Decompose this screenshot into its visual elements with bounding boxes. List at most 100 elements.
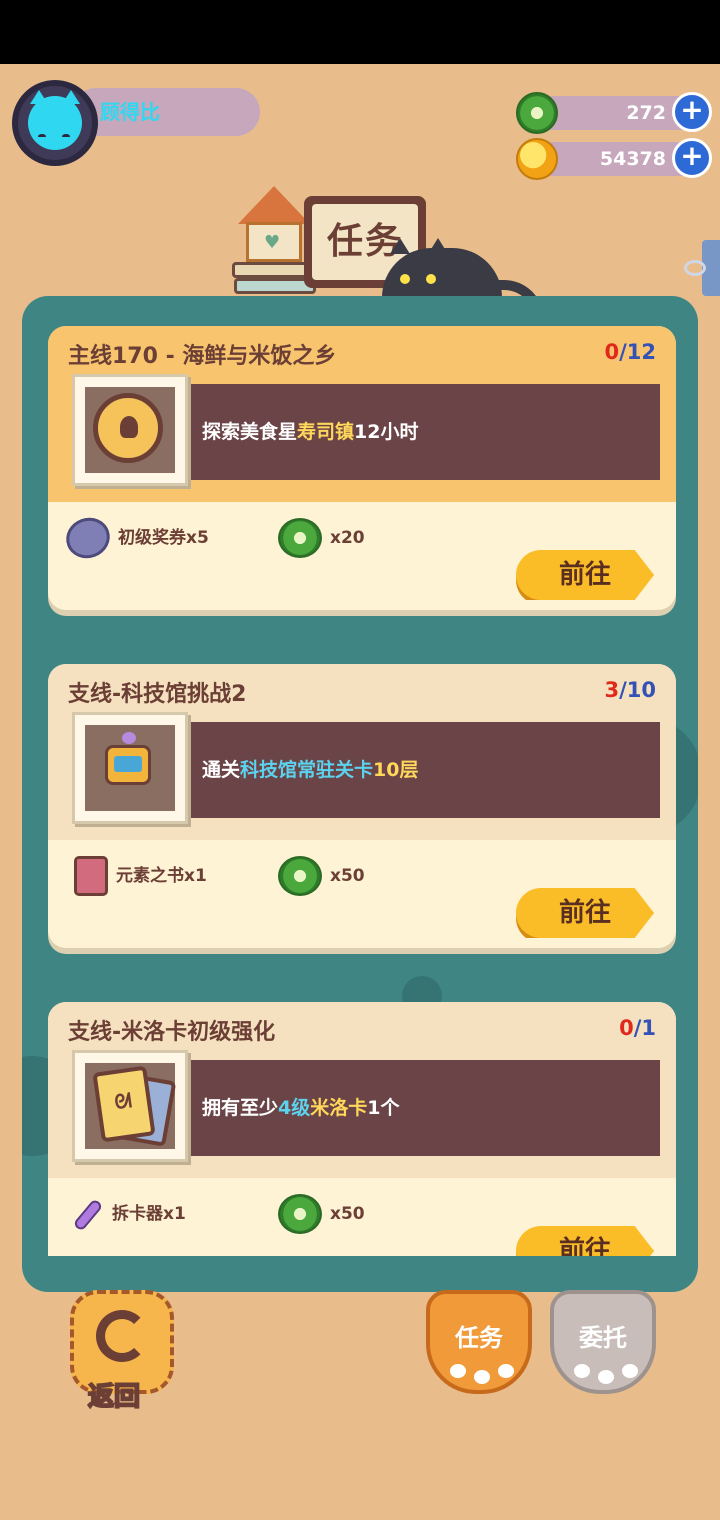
- paw-icon: [598, 1370, 614, 1384]
- quest-progress: 0/1: [619, 1016, 656, 1040]
- reward-label: 拆卡器x1: [112, 1204, 186, 1224]
- paw-icon: [574, 1364, 590, 1378]
- progress-current: 0: [619, 1016, 634, 1040]
- tab-commission[interactable]: 委托: [550, 1290, 656, 1394]
- quest-image: [85, 725, 175, 811]
- quest-title: 支线-米洛卡初级强化: [68, 1020, 276, 1045]
- tab-tasks[interactable]: 任务: [426, 1290, 532, 1394]
- status-bar: [0, 0, 720, 64]
- progress-current: 3: [604, 678, 620, 702]
- reward-label: x20: [330, 528, 365, 548]
- pen-shape: [72, 1198, 104, 1232]
- quest-rewards: 初级奖券x5 x20 前往: [48, 502, 676, 610]
- quest-description-bar: 拥有至少4级米洛卡1个: [172, 1060, 660, 1156]
- progress-total: /10: [619, 678, 656, 702]
- quest-description: 拥有至少4级米洛卡1个: [202, 1060, 400, 1156]
- return-arrow-icon: [96, 1310, 148, 1362]
- paw-icon: [622, 1364, 638, 1378]
- donut-coin-icon: [278, 1194, 322, 1234]
- reward-label: 元素之书x1: [116, 866, 207, 886]
- progress-total: /12: [619, 340, 656, 364]
- paw-icon: [498, 1364, 514, 1378]
- player-name: 顾得比: [72, 88, 260, 136]
- cat-ear: [390, 238, 410, 254]
- clock-coin-icon: [93, 393, 163, 463]
- robot-icon: [105, 732, 151, 785]
- side-clip-icon[interactable]: [684, 240, 720, 296]
- desc-text: 12小时: [354, 421, 419, 443]
- robot-screen: [114, 756, 142, 772]
- go-button[interactable]: 前往: [516, 550, 654, 600]
- robot-antenna: [122, 732, 136, 744]
- paw-icon: [474, 1370, 490, 1384]
- keyhole: [120, 416, 138, 438]
- quest-title: 支线-科技馆挑战2: [68, 682, 247, 707]
- clip-loop: [684, 260, 706, 276]
- cat-eye: [426, 274, 436, 284]
- planet-coin-icon: [516, 138, 558, 180]
- cat-face-icon: [28, 96, 82, 150]
- progress-total: /1: [633, 1016, 656, 1040]
- reward-label: x50: [330, 1204, 365, 1224]
- avatar-eye: [38, 134, 46, 139]
- quest-title: 主线170 - 海鲜与米饭之乡: [68, 344, 337, 369]
- avatar-eye: [62, 134, 70, 139]
- reward-label: x50: [330, 866, 365, 886]
- quest-image-frame: [72, 712, 188, 824]
- paw-icon: [450, 1364, 466, 1378]
- desc-text: 通关: [202, 759, 241, 781]
- tab-label: 任务: [455, 1324, 503, 1352]
- reward-item: x50: [278, 1192, 365, 1236]
- donut-coin-icon: [278, 518, 322, 558]
- quest-progress: 3/10: [604, 678, 656, 702]
- house-decoration-icon: ♥: [232, 186, 318, 298]
- go-button[interactable]: 前往: [516, 1226, 654, 1256]
- donut-coin-icon: [278, 856, 322, 896]
- desc-text: 探索美食星: [202, 421, 298, 443]
- house-roof: [238, 186, 310, 224]
- reward-item: 初级奖券x5: [60, 511, 209, 565]
- quest-image: ᘛ: [85, 1063, 177, 1149]
- cat-eye: [400, 274, 410, 284]
- card-remover-icon: [72, 1194, 104, 1234]
- quest-image-frame: [72, 374, 188, 486]
- quest-description: 通关科技馆常驻关卡10层: [202, 722, 418, 818]
- desc-highlight: 10层: [373, 759, 419, 781]
- cat-ear: [428, 238, 448, 254]
- add-planet-button[interactable]: +: [672, 138, 712, 178]
- currency-donut: 272 +: [516, 92, 712, 134]
- quest-description-bar: 通关科技馆常驻关卡10层: [172, 722, 660, 818]
- back-label: 返回: [87, 1381, 141, 1413]
- quest-list[interactable]: 主线170 - 海鲜与米饭之乡 0/12 探索美食星寿司镇12小时 初级奖券x5…: [22, 296, 698, 1256]
- quest-card: 支线-科技馆挑战2 3/10 通关科技馆常驻关卡10层 元素之书x1 x50 前…: [48, 664, 676, 948]
- element-book-icon: [74, 856, 108, 896]
- desc-highlight: 寿司镇: [297, 421, 355, 443]
- quest-progress: 0/12: [604, 340, 656, 364]
- quest-card: 支线-米洛卡初级强化 0/1 拥有至少4级米洛卡1个 ᘛ 拆卡器x1 x50 前…: [48, 1002, 676, 1256]
- quest-card-header: 支线-米洛卡初级强化 0/1 拥有至少4级米洛卡1个 ᘛ: [48, 1002, 676, 1178]
- avatar[interactable]: [12, 80, 98, 166]
- add-donut-button[interactable]: +: [672, 92, 712, 132]
- back-button[interactable]: 返回: [70, 1290, 176, 1413]
- quest-description: 探索美食星寿司镇12小时: [202, 384, 418, 480]
- quest-description-bar: 探索美食星寿司镇12小时: [172, 384, 660, 480]
- ticket-icon: [60, 511, 116, 565]
- progress-current: 0: [604, 340, 620, 364]
- reward-label: 初级奖券x5: [118, 528, 209, 548]
- quest-image-frame: ᘛ: [72, 1050, 188, 1162]
- bunny-glyph: ᘛ: [112, 1088, 134, 1115]
- quest-image: [85, 387, 175, 473]
- desc-highlight: 科技馆常驻关卡: [240, 759, 374, 781]
- go-button[interactable]: 前往: [516, 888, 654, 938]
- tab-label: 委托: [579, 1324, 627, 1352]
- quest-card-header: 主线170 - 海鲜与米饭之乡 0/12 探索美食星寿司镇12小时: [48, 326, 676, 502]
- milo-card-icon: ᘛ: [92, 1065, 156, 1143]
- desc-highlight: 4级: [278, 1097, 311, 1119]
- reward-item: 拆卡器x1: [72, 1192, 186, 1236]
- quest-panel: 主线170 - 海鲜与米饭之乡 0/12 探索美食星寿司镇12小时 初级奖券x5…: [22, 296, 698, 1292]
- donut-coin-icon: [516, 92, 558, 134]
- reward-item: x50: [278, 854, 365, 898]
- desc-text: 1个: [367, 1097, 400, 1119]
- desc-highlight: 米洛卡: [310, 1097, 368, 1119]
- quest-card: 主线170 - 海鲜与米饭之乡 0/12 探索美食星寿司镇12小时 初级奖券x5…: [48, 326, 676, 610]
